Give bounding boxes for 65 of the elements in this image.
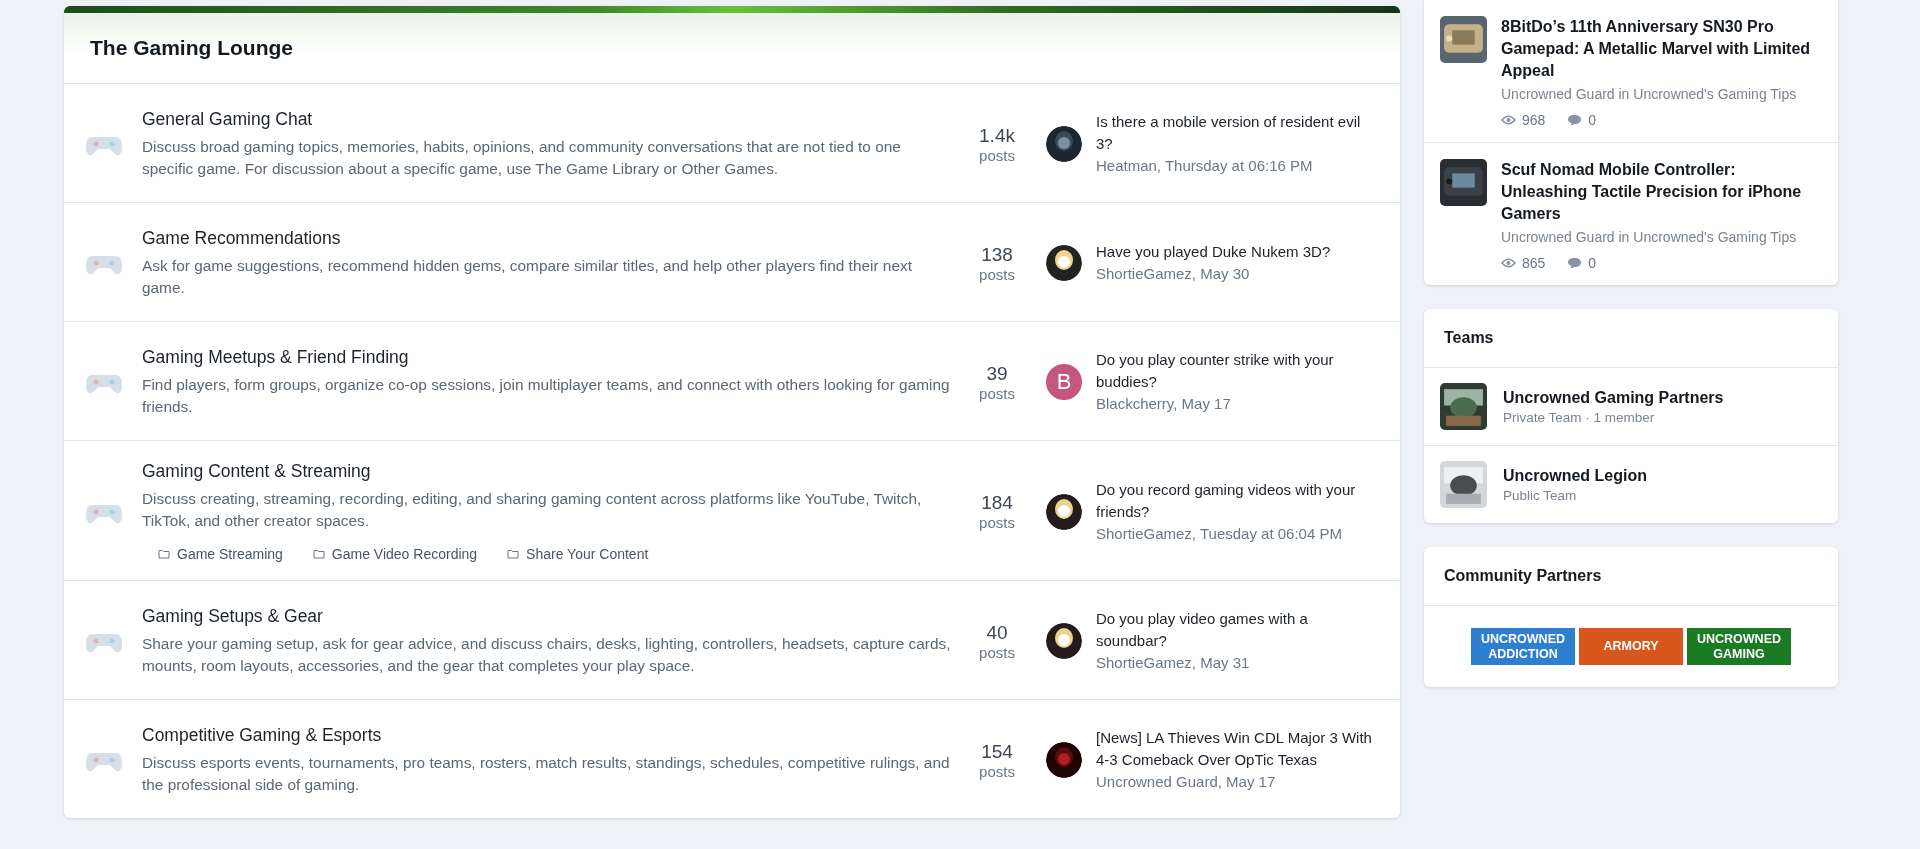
post-count-label: posts <box>979 514 1015 531</box>
subforum-link[interactable]: Game Streaming <box>158 546 283 562</box>
teams-heading: Teams <box>1444 329 1494 347</box>
post-count: 154 <box>981 740 1013 763</box>
article-meta: Uncrowned Guard in Uncrowned's Gaming Tips <box>1501 86 1797 102</box>
partner-banner[interactable]: UNCROWNED GAMING <box>1687 628 1791 665</box>
last-post-title[interactable]: Do you play video games with a soundbar? <box>1096 608 1380 652</box>
post-count: 184 <box>981 492 1013 514</box>
post-count-label: posts <box>979 265 1015 283</box>
folder-icon <box>158 549 170 559</box>
last-post-title[interactable]: Is there a mobile version of resident evil 3? <box>1096 111 1380 155</box>
forum-title[interactable]: Gaming Setups & Gear <box>142 605 323 627</box>
last-post-title[interactable]: Do you play counter strike with your buddies? <box>1096 349 1380 393</box>
post-count-label: posts <box>979 146 1015 164</box>
partner-banner[interactable]: UNCROWNED ADDICTION <box>1471 628 1575 665</box>
forum-title[interactable]: Competitive Gaming & Esports <box>142 724 382 746</box>
eye-icon <box>1501 257 1516 269</box>
post-count: 39 <box>986 362 1008 385</box>
article-title[interactable]: 8BitDo’s 11th Anniversary SN30 Pro Gamepad: A Metallic Marvel with Limited Appeal <box>1501 16 1822 82</box>
forum-description: Ask for game suggestions, recommend hidden gems, compare similar titles, and help other players find their next game. <box>142 255 913 298</box>
comment-icon <box>1567 114 1583 126</box>
folder-icon <box>507 549 520 559</box>
team-name[interactable]: Uncrowned Gaming Partners <box>1503 388 1724 407</box>
post-count: 1.4k <box>979 124 1015 147</box>
last-post-title[interactable]: Have you played Duke Nukem 3D? <box>1096 241 1331 263</box>
forum-description: Discuss broad gaming topics, memories, habits, opinions, and community conversations that are not tied to one specific game. For discussion about a specific game, use The Game Library or Other Games. <box>142 136 902 179</box>
forum-title[interactable]: Gaming Meetups & Friend Finding <box>142 346 409 368</box>
forum-title[interactable]: General Gaming Chat <box>142 108 313 130</box>
last-post-meta: Heatman, Thursday at 06:16 PM <box>1096 156 1313 176</box>
eye-icon <box>1501 114 1516 126</box>
last-post-meta: ShortieGamez, Tuesday at 06:04 PM <box>1096 523 1342 544</box>
partner-banner[interactable]: ARMORY <box>1579 628 1683 665</box>
view-count: 968 <box>1522 112 1546 128</box>
team-meta: Public Team <box>1503 487 1577 503</box>
post-count-label: posts <box>979 643 1015 661</box>
article-title[interactable]: Scuf Nomad Mobile Controller: Unleashing Tactile Precision for iPhone Gamers <box>1501 159 1822 225</box>
forum-description: Discuss creating, streaming, recording, editing, and sharing gaming content across platforms like YouTube, Twitch, TikTok, and other creator spaces. <box>142 489 923 531</box>
article-meta: Uncrowned Guard in Uncrowned's Gaming Tips <box>1501 229 1797 245</box>
comment-count: 0 <box>1588 112 1597 128</box>
last-post-meta: Blackcherry, May 17 <box>1096 394 1231 414</box>
forum-description: Discuss esports events, tournaments, pro teams, rosters, match results, standings, schedules, competitive rulings, and the professional side of gaming. <box>142 752 951 795</box>
partners-heading: Community Partners <box>1444 567 1602 585</box>
post-count: 40 <box>986 621 1008 644</box>
avatar[interactable]: B <box>1046 364 1082 400</box>
folder-icon <box>312 549 325 559</box>
last-post-meta: ShortieGamez, May 30 <box>1096 264 1250 284</box>
category-title[interactable]: The Gaming Lounge <box>90 36 293 60</box>
team-name[interactable]: Uncrowned Legion <box>1503 466 1647 485</box>
comment-count: 0 <box>1588 255 1597 271</box>
post-count: 138 <box>981 243 1013 266</box>
subforum-link[interactable]: Share Your Content <box>507 546 649 562</box>
last-post-title[interactable]: Do you record gaming videos with your friends? <box>1096 478 1380 523</box>
last-post-title[interactable]: [News] LA Thieves Win CDL Major 3 With 4-3 Comeback Over OpTic Texas <box>1096 727 1380 771</box>
forum-title[interactable]: Game Recommendations <box>142 227 341 249</box>
view-count: 865 <box>1522 255 1546 271</box>
forum-description: Share your gaming setup, ask for gear advice, and discuss chairs, desks, lighting, controllers, headsets, capture cards, mounts, room layouts, accessories, and the gear that completes your play space. <box>142 633 952 676</box>
post-count-label: posts <box>979 384 1015 402</box>
last-post-meta: ShortieGamez, May 31 <box>1096 653 1250 673</box>
last-post-meta: Uncrowned Guard, May 17 <box>1096 772 1276 792</box>
forum-description: Find players, form groups, organize co-op sessions, join multiplayer teams, and connect with others looking for gaming friends. <box>142 374 951 417</box>
post-count-label: posts <box>979 762 1015 780</box>
comment-icon <box>1567 257 1583 269</box>
forum-title[interactable]: Gaming Content & Streaming <box>142 461 371 482</box>
team-meta: Private Team · 1 member <box>1503 409 1655 425</box>
subforum-link[interactable]: Game Video Recording <box>312 546 478 562</box>
